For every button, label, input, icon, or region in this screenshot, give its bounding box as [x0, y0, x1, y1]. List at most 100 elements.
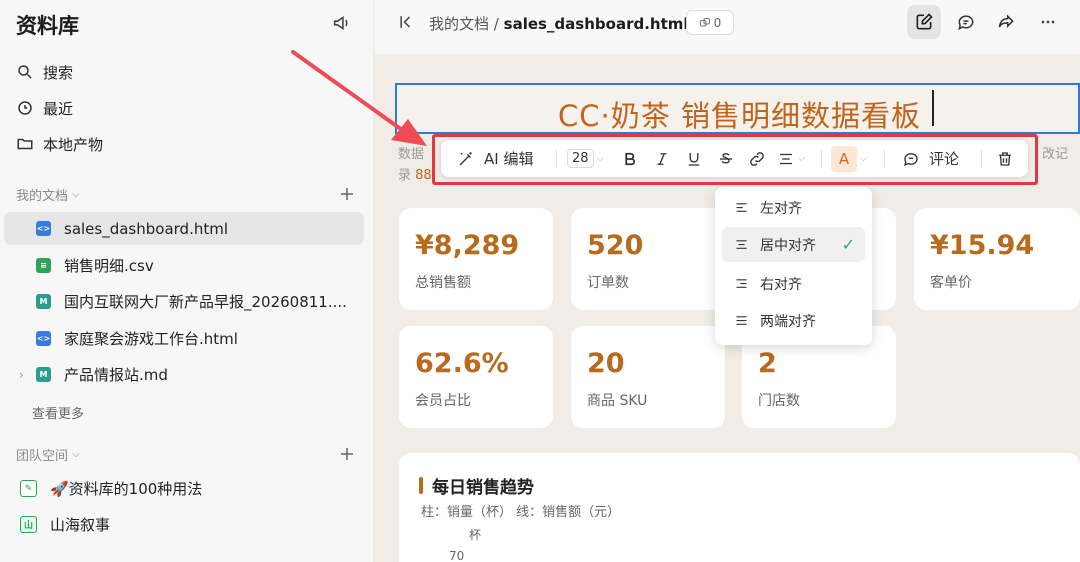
nav-search[interactable]: 搜索 — [16, 60, 73, 84]
align-center-icon — [736, 240, 747, 249]
kpi-label: 订单数 — [587, 275, 629, 291]
team-item-shanhai[interactable]: 山 山海叙事 — [4, 508, 364, 541]
nav-recent[interactable]: 最近 — [16, 96, 73, 120]
nav-recent-label: 最近 — [43, 99, 74, 118]
doc-item-sales-csv[interactable]: ≡ 销售明细.csv — [4, 249, 364, 282]
chevron-down-icon: ⌵ — [72, 189, 80, 200]
nav-search-label: 搜索 — [43, 63, 74, 82]
align-left-option[interactable]: 左对齐 — [722, 190, 865, 225]
page-title[interactable]: CC·奶茶 销售明细数据看板 — [397, 93, 1080, 135]
chevron-right-icon[interactable]: › — [19, 368, 24, 382]
axis-unit: 杯 — [469, 528, 482, 542]
nav-local-label: 本地产物 — [43, 135, 104, 154]
option-label: 两端对齐 — [760, 313, 816, 330]
align-left-icon — [736, 203, 747, 212]
align-center-option[interactable]: 居中对齐 ✓ — [722, 227, 865, 262]
align-justify-option[interactable]: 两端对齐 — [722, 303, 865, 338]
doc-item-product-intel[interactable]: › M 产品情报站.md — [4, 358, 364, 391]
annotation-highlight-box — [432, 134, 1038, 185]
subline-2-prefix: 录 — [398, 168, 412, 183]
megaphone-icon[interactable] — [331, 12, 353, 34]
link-count: 0 — [713, 15, 722, 30]
kpi-card: 520 订单数 — [571, 208, 725, 310]
my-docs-header[interactable]: 我的文档 ⌵ — [16, 185, 80, 204]
align-right-icon — [736, 279, 747, 288]
subline-2-value: 88 — [415, 168, 432, 183]
panel-title-text: 每日销售趋势 — [432, 478, 534, 498]
nav-local[interactable]: 本地产物 — [16, 132, 103, 156]
link-count-badge[interactable]: 0 — [686, 10, 734, 35]
doc-label: sales_dashboard.html — [64, 219, 229, 238]
html-file-icon: <> — [36, 221, 51, 236]
team-label: 山海叙事 — [50, 516, 111, 534]
subline-2: 录 88 — [398, 164, 432, 183]
sidebar: 资料库 搜索 最近 本地产物 我的文档 ⌵ <> sales_dashboard.… — [0, 0, 374, 562]
kpi-value: 62.6% — [415, 348, 509, 379]
share-icon — [998, 14, 1014, 28]
kpi-card: 20 商品 SKU — [571, 326, 725, 428]
doc-label: 销售明细.csv — [64, 257, 154, 275]
comment-button[interactable] — [949, 5, 983, 39]
pencil-square-icon — [916, 13, 933, 30]
html-file-icon: <> — [36, 331, 51, 346]
doc-label: 国内互联网大厂新产品早报_20260811.... — [64, 293, 347, 311]
team-space-icon: ✎ — [20, 480, 37, 497]
kpi-card: ¥15.94 客单价 — [914, 208, 1080, 310]
team-badge-icon: 山 — [20, 516, 37, 533]
kpi-label: 门店数 — [758, 393, 800, 409]
align-right-option[interactable]: 右对齐 — [722, 266, 865, 301]
kpi-label: 客单价 — [930, 275, 972, 291]
more-icon — [1041, 20, 1055, 24]
kpi-card: ¥8,289 总销售额 — [399, 208, 553, 310]
kpi-value: 2 — [758, 348, 777, 379]
option-label: 右对齐 — [760, 276, 802, 293]
kpi-value: ¥8,289 — [415, 230, 520, 261]
edit-button[interactable] — [907, 5, 941, 39]
title-accent-bar — [419, 477, 423, 494]
title-selection[interactable]: CC·奶茶 销售明细数据看板 — [395, 83, 1080, 134]
link-icon — [699, 17, 710, 26]
clock-icon — [18, 101, 32, 115]
team-space-header-label: 团队空间 — [16, 449, 69, 464]
kpi-value: 20 — [587, 348, 625, 379]
text-cursor — [932, 90, 934, 126]
comment-icon — [958, 15, 974, 31]
breadcrumb-current: sales_dashboard.html — [503, 15, 689, 33]
see-more-link[interactable]: 查看更多 — [32, 403, 84, 422]
share-button[interactable] — [989, 5, 1023, 39]
axis-tick: 70 — [449, 549, 465, 562]
check-icon: ✓ — [841, 235, 855, 254]
kpi-value: 520 — [587, 230, 644, 261]
chevron-down-icon: ⌵ — [72, 449, 80, 460]
markdown-file-icon: M — [36, 367, 51, 382]
kpi-label: 商品 SKU — [587, 393, 648, 409]
panel-title: 每日销售趋势 — [419, 473, 534, 498]
breadcrumb: 我的文档 / sales_dashboard.html — [429, 13, 689, 34]
doc-label: 家庭聚会游戏工作台.html — [64, 330, 238, 348]
kpi-card: 62.6% 会员占比 — [399, 326, 553, 428]
option-label: 左对齐 — [760, 200, 802, 217]
add-team-icon[interactable] — [338, 445, 356, 463]
kpi-label: 总销售额 — [415, 275, 471, 291]
team-item-usage[interactable]: ✎ 🚀资料库的100种用法 — [4, 472, 364, 505]
align-menu: 左对齐 居中对齐 ✓ 右对齐 两端对齐 — [715, 187, 872, 345]
team-space-header[interactable]: 团队空间 ⌵ — [16, 445, 80, 464]
kpi-value: ¥15.94 — [930, 230, 1035, 261]
doc-header: 我的文档 / sales_dashboard.html 0 — [375, 0, 1080, 54]
doc-item-party-games[interactable]: <> 家庭聚会游戏工作台.html — [4, 322, 364, 355]
breadcrumb-parent[interactable]: 我的文档 — [429, 15, 489, 33]
subline-1: 数据 — [398, 147, 425, 162]
my-docs-header-label: 我的文档 — [16, 189, 69, 204]
library-title: 资料库 — [16, 14, 79, 38]
doc-item-morning-report[interactable]: M 国内互联网大厂新产品早报_20260811.... — [4, 285, 364, 318]
option-label: 居中对齐 — [760, 237, 816, 254]
markdown-file-icon: M — [36, 294, 51, 309]
doc-item-sales-dashboard[interactable]: <> sales_dashboard.html — [4, 212, 364, 245]
breadcrumb-sep: / — [493, 15, 499, 33]
panel-subtitle: 柱：销量（杯） 线：销售额（元） — [421, 505, 621, 520]
add-doc-icon[interactable] — [338, 185, 356, 203]
daily-trend-panel: 每日销售趋势 柱：销量（杯） 线：销售额（元） 杯 70 — [399, 453, 1080, 562]
more-button[interactable] — [1031, 5, 1065, 39]
collapse-sidebar-icon[interactable] — [397, 12, 417, 32]
kpi-label: 会员占比 — [415, 393, 471, 409]
